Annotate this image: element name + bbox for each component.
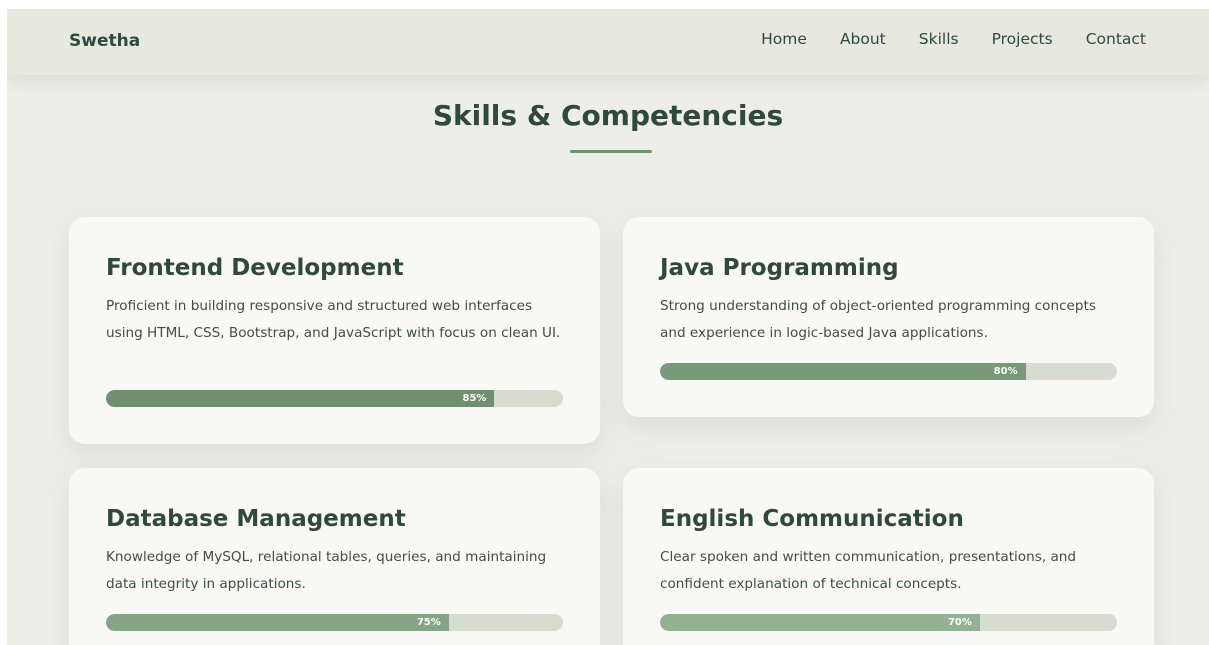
skill-description: Clear spoken and written communication, … — [660, 549, 1077, 592]
skill-title: English Communication — [660, 506, 964, 532]
skill-progress-fill: 85% — [106, 390, 495, 407]
navbar: Swetha Home About Skills Projects Contac… — [7, 9, 1209, 75]
skill-title: Frontend Development — [106, 255, 404, 281]
skill-card-database: Database Management Knowledge of MySQL, … — [69, 468, 600, 645]
skill-progress-fill: 70% — [660, 614, 980, 631]
skill-progress-fill: 75% — [106, 614, 449, 631]
skill-card-english: English Communication Clear spoken and w… — [623, 468, 1154, 645]
nav-link-projects[interactable]: Projects — [992, 30, 1053, 48]
nav-link-home[interactable]: Home — [761, 30, 807, 48]
skill-progress-bar: 70% — [660, 614, 1117, 631]
skill-title: Java Programming — [660, 255, 899, 281]
skill-description: Proficient in building responsive and st… — [106, 298, 561, 341]
skill-description: Strong understanding of object-oriented … — [660, 298, 1096, 341]
skill-title: Database Management — [106, 506, 406, 532]
nav-link-about[interactable]: About — [840, 30, 886, 48]
page-frame: Swetha Home About Skills Projects Contac… — [7, 9, 1209, 645]
skill-progress-bar: 80% — [660, 363, 1117, 380]
skill-card-frontend: Frontend Development Proficient in build… — [69, 217, 600, 444]
skill-card-java: Java Programming Strong understanding of… — [623, 217, 1154, 417]
skill-progress-bar: 85% — [106, 390, 563, 407]
skill-progress-bar: 75% — [106, 614, 563, 631]
nav-link-contact[interactable]: Contact — [1086, 30, 1146, 48]
skill-description: Knowledge of MySQL, relational tables, q… — [106, 549, 547, 592]
nav-link-skills[interactable]: Skills — [919, 30, 959, 48]
nav-links: Home About Skills Projects Contact — [761, 30, 1146, 48]
section-title: Skills & Competencies — [432, 99, 784, 132]
brand-logo[interactable]: Swetha — [69, 31, 140, 51]
title-underline — [570, 150, 652, 153]
skill-progress-fill: 80% — [660, 363, 1026, 380]
